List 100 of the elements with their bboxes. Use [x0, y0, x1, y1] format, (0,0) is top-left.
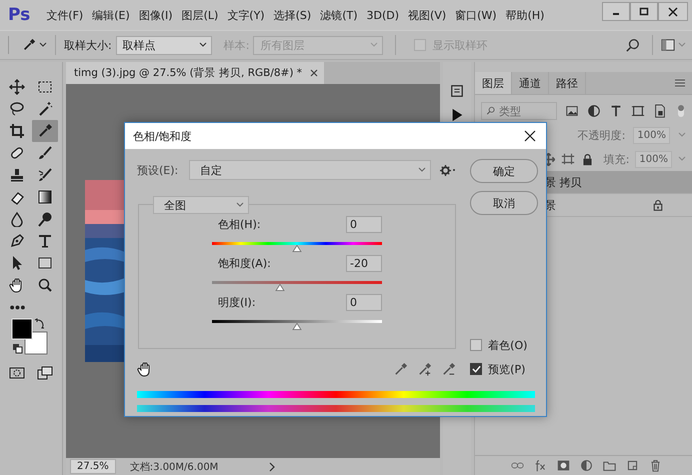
maximize-icon [639, 7, 649, 16]
close-button[interactable] [524, 130, 536, 142]
eyedropper-plus-icon[interactable] [417, 362, 432, 376]
gear-icon [440, 164, 451, 176]
image-filter-icon [565, 104, 579, 118]
search-button[interactable] [626, 38, 640, 52]
brush-icon [37, 145, 53, 161]
lasso-icon [9, 101, 25, 117]
wand-icon [37, 101, 53, 117]
opacity-field[interactable]: 100% [633, 126, 670, 144]
menu-item[interactable]: 3D(D) [366, 8, 400, 22]
checkbox-label: 着色(O) [488, 338, 528, 352]
type-filter-icon [609, 104, 623, 118]
menu-item[interactable]: 文字(Y) [227, 8, 265, 22]
folder-button[interactable] [603, 459, 616, 472]
menu-item[interactable]: 选择(S) [274, 8, 312, 22]
type-icon [37, 233, 53, 249]
shape-filter-button[interactable] [631, 104, 645, 118]
preset-options-button[interactable] [440, 164, 456, 176]
chevron-right-icon [268, 462, 276, 472]
checkbox[interactable] [470, 363, 482, 375]
menu-icon [674, 77, 686, 89]
app-logo: Ps [8, 5, 30, 25]
workspace-button[interactable] [661, 38, 686, 52]
search-icon [486, 106, 496, 116]
mask-button[interactable] [557, 459, 570, 472]
lock-icon [652, 199, 664, 211]
menu-item[interactable]: 窗口(W) [455, 8, 497, 22]
slider-thumb[interactable] [292, 323, 302, 330]
sample-size-dropdown[interactable]: 取样点 [116, 36, 212, 54]
type-filter-button[interactable] [609, 104, 623, 118]
rectangle-icon [37, 255, 53, 271]
value-field[interactable]: 0 [346, 294, 382, 311]
menu-item[interactable]: 编辑(E) [92, 8, 130, 22]
brush-history-icon [37, 167, 53, 183]
document-tab[interactable]: timg (3).jpg @ 27.5% (背景 拷贝, RGB/8#) * [66, 62, 324, 84]
panel-tab[interactable]: 路径 [549, 72, 586, 94]
fill-field[interactable]: 100% [635, 150, 672, 168]
preset-label: 预设(E): [137, 162, 180, 178]
pen-icon [9, 233, 25, 249]
filter-toggle[interactable] [677, 103, 685, 119]
menu-item[interactable]: 图层(L) [182, 8, 218, 22]
slider-label: 明度(I): [218, 295, 256, 310]
menu-item[interactable]: 视图(V) [408, 8, 446, 22]
more-icon [10, 304, 24, 310]
zoom-icon [37, 277, 53, 293]
panel-tab[interactable]: 通道 [512, 72, 549, 94]
document-size: 文档:3.00M/6.00M [130, 460, 218, 474]
trash-icon [649, 459, 662, 472]
menu-item[interactable]: 文件(F) [46, 8, 84, 22]
menu-item[interactable]: 滤镜(T) [320, 8, 358, 22]
slider-label: 色相(H): [218, 217, 261, 232]
channel-dropdown[interactable]: 全图 [153, 196, 249, 214]
eyedropper-icon[interactable] [393, 362, 408, 376]
trash-button[interactable] [649, 459, 662, 472]
image-filter-button[interactable] [565, 104, 579, 118]
eyedropper-minus-icon[interactable] [441, 362, 456, 376]
lock-artboard-icon [560, 152, 575, 166]
maximize-button[interactable] [630, 2, 658, 21]
history-panel-button[interactable] [450, 84, 464, 98]
dialog-title: 色相/饱和度 [133, 128, 192, 144]
new-layer-icon [626, 459, 639, 472]
close-button[interactable] [658, 2, 688, 21]
new-layer-button[interactable] [626, 459, 639, 472]
close-icon [524, 130, 536, 142]
fx-button[interactable] [534, 459, 547, 472]
history-icon [450, 84, 464, 98]
status-menu-button[interactable] [268, 462, 276, 472]
move-icon [9, 79, 25, 95]
panel-tab[interactable]: 图层 [475, 72, 512, 94]
shape-filter-icon [631, 104, 645, 118]
smart-object-filter-button[interactable] [653, 104, 667, 118]
zoom-field[interactable]: 27.5% [70, 459, 116, 474]
dialog-button[interactable]: 确定 [470, 159, 538, 183]
slider-thumb[interactable] [292, 245, 302, 252]
menu-item[interactable]: 图像(I) [138, 8, 173, 22]
fill-label: 填充: [604, 152, 630, 166]
preset-dropdown[interactable]: 自定 [189, 160, 431, 180]
dialog-button[interactable]: 取消 [470, 191, 538, 215]
crop-icon [9, 123, 25, 139]
slider-thumb[interactable] [275, 284, 285, 291]
adjustment-button[interactable] [580, 459, 593, 472]
minimize-button[interactable] [602, 2, 630, 21]
eyedropper-icon [22, 38, 36, 52]
screen-mode-icon [37, 365, 53, 381]
eyedropper-tool-button[interactable] [32, 120, 58, 142]
mask-icon [557, 459, 570, 472]
checkbox-label: 预览(P) [488, 362, 526, 376]
checkbox[interactable] [470, 339, 482, 351]
adjustment-filter-button[interactable] [587, 104, 601, 118]
menu-item[interactable]: 帮助(H) [506, 8, 544, 22]
eyedropper-tool-preset-button[interactable] [22, 38, 47, 52]
value-field[interactable]: 0 [346, 216, 382, 233]
close-icon[interactable] [310, 69, 318, 77]
panel-layout-icon [661, 38, 675, 52]
actions-panel-button[interactable] [450, 108, 464, 122]
mask-icon [9, 365, 25, 381]
folder-icon [603, 459, 616, 472]
value-field[interactable]: -20 [346, 255, 382, 272]
fx-icon [534, 459, 547, 472]
